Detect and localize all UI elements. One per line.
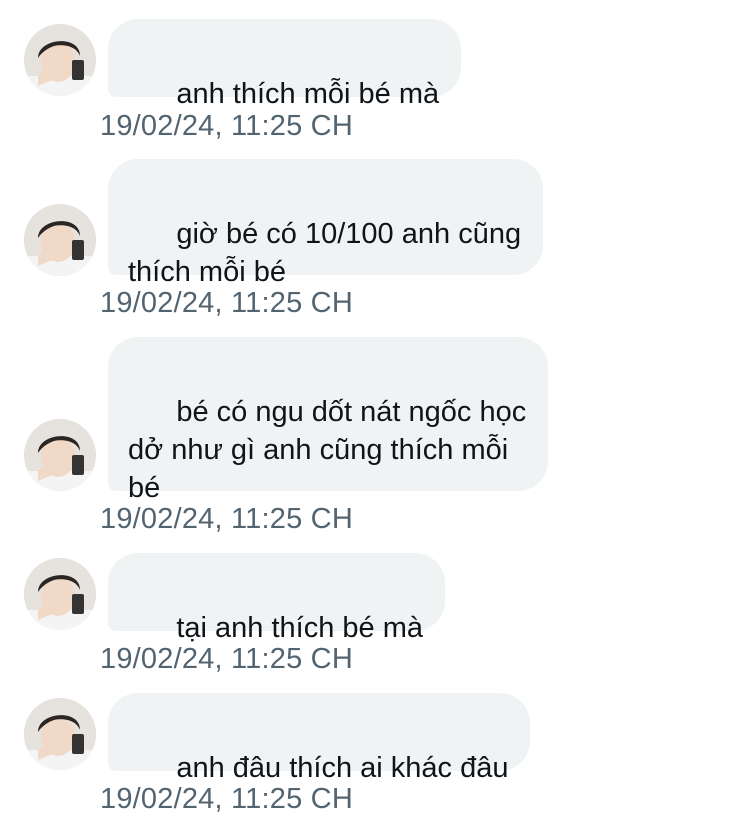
avatar-photo-icon (24, 419, 96, 491)
message-text: giờ bé có 10/100 anh cũng thích mỗi bé (128, 218, 522, 288)
message-bubble[interactable]: anh thích mỗi bé mà (108, 19, 462, 110)
message-text: anh thích mỗi bé mà (176, 78, 440, 110)
sender-avatar[interactable] (24, 698, 96, 770)
message-thread: anh thích mỗi bé mà 19/02/24, 11:25 CH g… (0, 0, 750, 830)
avatar-photo-icon (24, 24, 96, 96)
message-text: tại anh thích bé mà (176, 612, 423, 644)
message-timestamp: 19/02/24, 11:25 CH (100, 503, 353, 535)
sender-avatar[interactable] (24, 558, 96, 630)
message-timestamp: 19/02/24, 11:25 CH (100, 643, 353, 675)
message-bubble[interactable]: bé có ngu dốt nát ngốc học dở như gì anh… (108, 337, 549, 504)
message-bubble[interactable]: anh đâu thích ai khác đâu (108, 693, 531, 784)
message-timestamp: 19/02/24, 11:25 CH (100, 287, 353, 319)
message-text: anh đâu thích ai khác đâu (176, 752, 509, 784)
sender-avatar[interactable] (24, 204, 96, 276)
avatar-photo-icon (24, 558, 96, 630)
avatar-photo-icon (24, 698, 96, 770)
message-timestamp: 19/02/24, 11:25 CH (100, 783, 353, 815)
message-text: bé có ngu dốt nát ngốc học dở như gì anh… (128, 396, 527, 504)
message-bubble[interactable]: giờ bé có 10/100 anh cũng thích mỗi bé (108, 159, 544, 288)
message-timestamp: 19/02/24, 11:25 CH (100, 110, 353, 142)
sender-avatar[interactable] (24, 419, 96, 491)
message-bubble[interactable]: tại anh thích bé mà (108, 553, 445, 644)
sender-avatar[interactable] (24, 24, 96, 96)
avatar-photo-icon (24, 204, 96, 276)
